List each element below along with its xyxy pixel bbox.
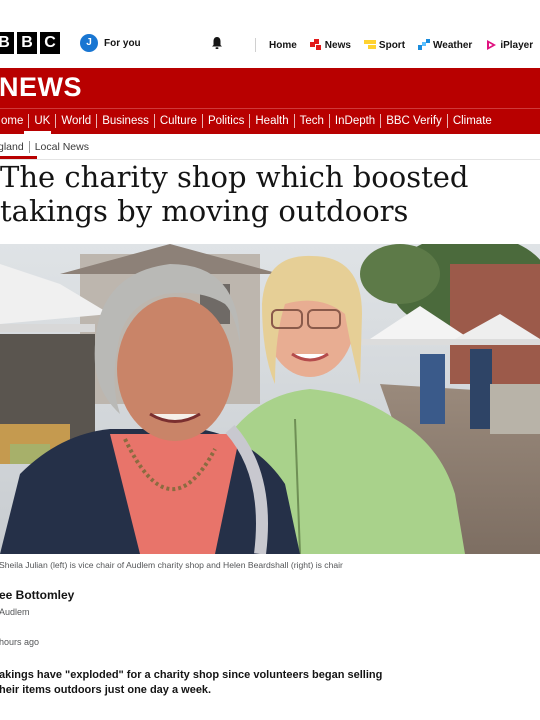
section-nav-tech[interactable]: Tech bbox=[295, 114, 330, 128]
top-bar: B B C J For you Home News Sport Weather … bbox=[0, 0, 540, 68]
news-icon bbox=[309, 39, 321, 50]
section-nav-politics[interactable]: Politics bbox=[203, 114, 251, 128]
top-nav: Home News Sport Weather iPlayer bbox=[255, 38, 533, 52]
nav-divider bbox=[255, 38, 256, 52]
subnav-local-news[interactable]: Local News bbox=[35, 141, 94, 153]
bell-icon[interactable] bbox=[210, 36, 224, 50]
nav-sport-label: Sport bbox=[378, 39, 406, 51]
article-headline: The charity shop which boosted takings b… bbox=[0, 160, 540, 228]
headline-line-2: takings by moving outdoors bbox=[0, 194, 409, 228]
bbc-logo[interactable]: B B C bbox=[0, 32, 60, 54]
section-nav-business[interactable]: Business bbox=[97, 114, 155, 128]
article-summary: akings have "exploded" for a charity sho… bbox=[0, 668, 539, 698]
section-nav-health[interactable]: Health bbox=[250, 114, 295, 128]
logo-letter-c: C bbox=[40, 32, 60, 54]
news-title[interactable]: NEWS bbox=[0, 72, 82, 103]
nav-iplayer-label: iPlayer bbox=[500, 39, 534, 51]
author-location: Audlem bbox=[0, 607, 30, 617]
timestamp: hours ago bbox=[0, 637, 40, 647]
section-nav-indepth[interactable]: InDepth bbox=[330, 114, 382, 128]
section-nav-climate[interactable]: Climate bbox=[448, 114, 497, 128]
summary-line-1: akings have "exploded" for a charity sho… bbox=[0, 669, 383, 681]
author-name[interactable]: ee Bottomley bbox=[0, 588, 74, 602]
section-nav-home[interactable]: ome bbox=[0, 114, 30, 128]
nav-home[interactable]: Home bbox=[269, 40, 297, 51]
for-you-link[interactable]: J For you bbox=[80, 34, 141, 52]
nav-sport[interactable]: Sport bbox=[363, 39, 406, 51]
for-you-label: For you bbox=[104, 37, 141, 49]
account-avatar: J bbox=[80, 34, 98, 52]
headline-line-1: The charity shop which boosted bbox=[0, 160, 469, 194]
section-nav-culture[interactable]: Culture bbox=[155, 114, 203, 128]
nav-weather[interactable]: Weather bbox=[418, 39, 472, 51]
weather-icon bbox=[418, 39, 431, 50]
nav-home-label: Home bbox=[269, 39, 297, 51]
photo-caption: Sheila Julian (left) is vice chair of Au… bbox=[0, 560, 343, 570]
iplayer-icon bbox=[487, 40, 497, 50]
sub-nav: gland Local News bbox=[0, 134, 540, 160]
nav-iplayer[interactable]: iPlayer bbox=[485, 39, 533, 51]
summary-line-2: heir items outdoors just one day a week. bbox=[0, 684, 212, 696]
nav-news-label: News bbox=[324, 39, 351, 51]
section-nav: ome UK World Business Culture Politics H… bbox=[0, 108, 540, 134]
sport-icon bbox=[363, 40, 376, 49]
logo-letter-b2: B bbox=[17, 32, 37, 54]
subnav-england[interactable]: gland bbox=[0, 141, 30, 153]
logo-letter-b1: B bbox=[0, 32, 14, 54]
section-nav-world[interactable]: World bbox=[56, 114, 98, 128]
article-photo bbox=[0, 244, 540, 554]
nav-news[interactable]: News bbox=[309, 39, 351, 51]
section-nav-uk[interactable]: UK bbox=[29, 114, 57, 128]
section-nav-bbc-verify[interactable]: BBC Verify bbox=[381, 114, 448, 128]
active-subnav-indicator bbox=[0, 156, 37, 159]
nav-weather-label: Weather bbox=[433, 39, 473, 51]
news-masthead: NEWS bbox=[0, 68, 540, 108]
